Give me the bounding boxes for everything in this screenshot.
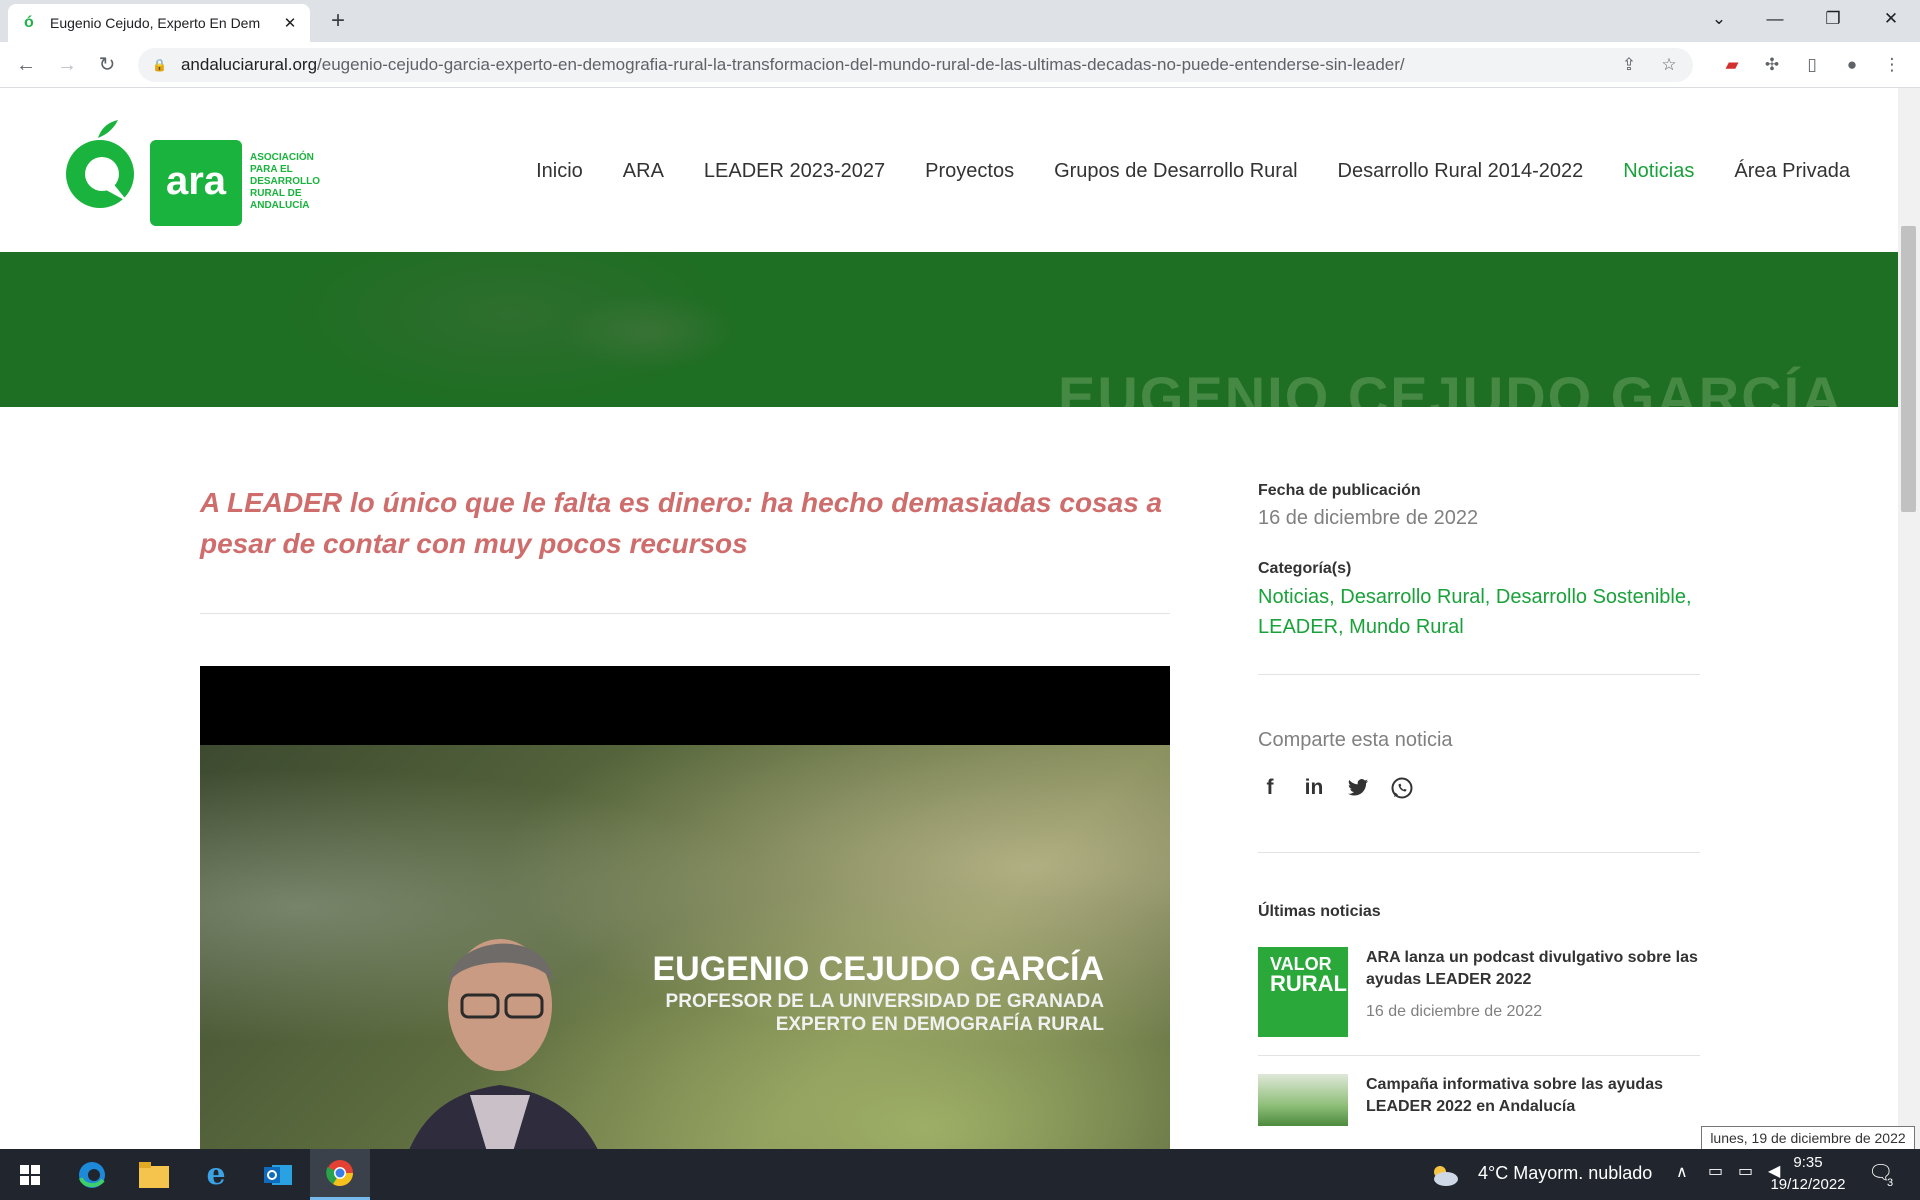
whatsapp-icon[interactable] — [1390, 776, 1414, 800]
divider — [1258, 852, 1700, 853]
news-thumbnail[interactable] — [1258, 1074, 1348, 1126]
clock-time[interactable]: 9:35 — [1770, 1154, 1846, 1171]
notification-count: 3 — [1887, 1177, 1894, 1189]
video-caption-line: EXPERTO EN DEMOGRAFÍA RURAL — [775, 1014, 1104, 1035]
news-date: 16 de diciembre de 2022 — [1366, 1003, 1543, 1020]
divider — [200, 613, 1170, 614]
reload-button[interactable]: ↻ — [91, 49, 123, 81]
thumb-text: RURAL — [1270, 971, 1347, 996]
pdf-extension-icon[interactable]: ▰ — [1720, 53, 1744, 77]
logo-line: PARA EL — [250, 164, 293, 175]
taskbar: e 4°C Mayorm. nublado ∧ ▭ ▭ ◀ 9:35 19/12… — [0, 1149, 1920, 1200]
weather-text[interactable]: 4°C Mayorm. nublado — [1478, 1163, 1652, 1184]
twitter-icon[interactable] — [1346, 776, 1370, 800]
article-sidebar: Fecha de publicación 16 de diciembre de … — [1258, 482, 1700, 1126]
logo-line: ANDALUCÍA — [250, 198, 309, 211]
side-panel-icon[interactable]: ▯ — [1800, 53, 1824, 77]
browser-tab[interactable]: ó Eugenio Cejudo, Experto En Dem ✕ — [8, 4, 310, 42]
ara-logo[interactable]: ara ASOCIACIÓN PARA EL DESARROLLO RURAL … — [62, 116, 322, 226]
publication-date-label: Fecha de publicación — [1258, 482, 1421, 499]
banner-title: EUGENIO CEJUDO GARCÍA — [1058, 365, 1844, 407]
minimize-button[interactable]: — — [1752, 0, 1798, 38]
linkedin-icon[interactable]: in — [1302, 776, 1326, 800]
network-icon[interactable]: ▭ — [1738, 1161, 1753, 1181]
site-favicon-icon: ó — [24, 14, 34, 31]
nav-item-proyectos[interactable]: Proyectos — [925, 160, 1014, 183]
browser-toolbar: ← → ↻ 🔒 andaluciarural.org/eugenio-cejud… — [0, 42, 1920, 88]
close-tab-icon[interactable]: ✕ — [280, 14, 300, 32]
browser-tabstrip: ó Eugenio Cejudo, Experto En Dem ✕ + ⌄ —… — [0, 0, 1920, 42]
nav-item-inicio[interactable]: Inicio — [536, 160, 583, 183]
extensions-icon[interactable]: ✣ — [1760, 53, 1784, 77]
internet-explorer-icon[interactable]: e — [186, 1149, 246, 1200]
new-tab-button[interactable]: + — [323, 6, 353, 36]
video-caption-line: PROFESOR DE LA UNIVERSIDAD DE GRANADA — [665, 991, 1104, 1012]
close-window-button[interactable]: ✕ — [1868, 0, 1914, 38]
page-scrollbar[interactable] — [1898, 88, 1920, 1149]
share-title: Comparte esta noticia — [1258, 729, 1453, 751]
video-frame[interactable]: EUGENIO CEJUDO GARCÍA PROFESOR DE LA UNI… — [200, 745, 1170, 1149]
news-item[interactable]: VALOR RURAL ARA lanza un podcast divulga… — [1258, 947, 1700, 1037]
nav-item-leader[interactable]: LEADER 2023-2027 — [704, 160, 885, 183]
news-thumbnail[interactable]: VALOR RURAL — [1258, 947, 1348, 1037]
latest-news-label: Últimas noticias — [1258, 903, 1381, 920]
divider — [1258, 674, 1700, 675]
category-link[interactable]: Desarrollo Rural — [1340, 586, 1485, 608]
news-title[interactable]: ARA lanza un podcast divulgativo sobre l… — [1366, 947, 1700, 991]
logo-brand-text: ara — [166, 159, 227, 203]
forward-button[interactable]: → — [51, 49, 83, 81]
category-link[interactable]: Mundo Rural — [1349, 616, 1464, 638]
hero-banner: EUGENIO CEJUDO GARCÍA — [0, 252, 1898, 407]
restore-button[interactable]: ❐ — [1810, 0, 1856, 38]
scrollbar-thumb[interactable] — [1901, 226, 1916, 512]
tab-search-icon[interactable]: ⌄ — [1696, 0, 1742, 38]
weather-cloud-icon[interactable] — [1424, 1149, 1464, 1200]
news-title[interactable]: Campaña informativa sobre las ayudas LEA… — [1366, 1074, 1700, 1118]
person-silhouette — [409, 939, 598, 1149]
nav-item-ara[interactable]: ARA — [623, 160, 664, 183]
category-link[interactable]: Noticias — [1258, 586, 1329, 608]
bookmark-star-icon[interactable]: ☆ — [1657, 53, 1681, 77]
banner-shade — [560, 292, 740, 372]
edge-icon[interactable] — [62, 1149, 122, 1200]
lock-icon: 🔒 — [152, 58, 167, 72]
site-header: ara ASOCIACIÓN PARA EL DESARROLLO RURAL … — [0, 88, 1898, 252]
outlook-icon[interactable] — [248, 1149, 308, 1200]
divider — [1258, 1055, 1700, 1056]
address-bar[interactable]: 🔒 andaluciarural.org/eugenio-cejudo-garc… — [138, 48, 1693, 82]
category-link[interactable]: LEADER — [1258, 616, 1338, 638]
category-link[interactable]: Desarrollo Sostenible — [1496, 586, 1686, 608]
facebook-icon[interactable]: f — [1258, 776, 1282, 800]
share-icons: f in — [1258, 776, 1700, 800]
publication-date: 16 de diciembre de 2022 — [1258, 507, 1479, 529]
nav-item-noticias[interactable]: Noticias — [1623, 160, 1694, 183]
logo-line: ASOCIACIÓN — [250, 150, 314, 163]
share-page-icon[interactable]: ⇪ — [1617, 53, 1641, 77]
chrome-icon[interactable] — [310, 1149, 370, 1200]
logo-line: RURAL DE — [250, 188, 302, 199]
back-button[interactable]: ← — [10, 49, 42, 81]
meet-now-icon[interactable]: ▭ — [1708, 1161, 1723, 1181]
start-button[interactable] — [0, 1149, 60, 1200]
nav-item-area-privada[interactable]: Área Privada — [1734, 160, 1850, 183]
file-explorer-icon[interactable] — [124, 1149, 184, 1200]
url-text: andaluciarural.org/eugenio-cejudo-garcia… — [180, 55, 1405, 74]
categories-list: Noticias, Desarrollo Rural, Desarrollo S… — [1258, 586, 1692, 638]
video-player[interactable]: EUGENIO CEJUDO GARCÍA PROFESOR DE LA UNI… — [200, 666, 1170, 1149]
browser-menu-icon[interactable]: ⋮ — [1880, 53, 1904, 77]
nav-item-grupos[interactable]: Grupos de Desarrollo Rural — [1054, 160, 1297, 183]
profile-avatar-icon[interactable]: ● — [1840, 53, 1864, 77]
news-item[interactable]: Campaña informativa sobre las ayudas LEA… — [1258, 1074, 1700, 1126]
nav-item-desarrollo-rural[interactable]: Desarrollo Rural 2014-2022 — [1338, 160, 1584, 183]
clock-date[interactable]: 19/12/2022 — [1766, 1176, 1850, 1193]
date-tooltip: lunes, 19 de diciembre de 2022 — [1701, 1126, 1915, 1150]
video-person-name: EUGENIO CEJUDO GARCÍA — [652, 950, 1105, 988]
article-subtitle: A LEADER lo único que le falta es dinero… — [200, 487, 1163, 559]
categories-label: Categoría(s) — [1258, 560, 1352, 577]
show-hidden-icons[interactable]: ∧ — [1676, 1162, 1688, 1182]
tab-title: Eugenio Cejudo, Experto En Dem — [50, 15, 261, 31]
logo-line: DESARROLLO — [250, 176, 320, 187]
main-nav: Inicio ARA LEADER 2023-2027 Proyectos Gr… — [536, 160, 1850, 183]
